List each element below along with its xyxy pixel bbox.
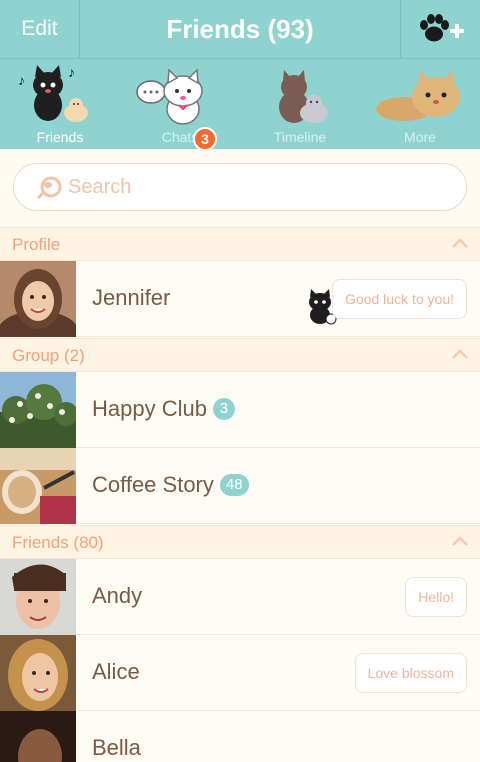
profile-row[interactable]: Jennifer Good luck to you!	[0, 261, 480, 337]
fluffy-cat-icon	[376, 71, 460, 121]
section-title: Profile	[12, 235, 61, 254]
tab-more-label: More	[404, 129, 436, 145]
section-header-group[interactable]: Group (2)	[0, 338, 480, 372]
profile-name: Jennifer	[92, 285, 171, 310]
black-cat-icon: ♪ ♪	[18, 64, 88, 122]
add-friend-button[interactable]	[400, 0, 480, 58]
page-title: Friends (93)	[166, 13, 314, 44]
status-message: Good luck to you!	[332, 279, 467, 319]
svg-text:♪: ♪	[68, 64, 75, 80]
chevron-up-icon	[452, 349, 468, 359]
search-icon	[36, 176, 62, 200]
tab-bar: ♪ ♪ Friends Chats 3 Timeline More	[0, 58, 480, 151]
tab-friends[interactable]: ♪ ♪ Friends	[0, 59, 120, 150]
tab-timeline[interactable]: Timeline	[240, 59, 360, 150]
paw-plus-icon	[419, 14, 464, 42]
tab-friends-label: Friends	[36, 129, 84, 145]
avatar	[0, 635, 76, 711]
friend-name: Bella	[92, 735, 141, 760]
avatar	[0, 711, 76, 762]
section-header-friends[interactable]: Friends (80)	[0, 525, 480, 559]
cat-timeline-icon	[279, 70, 328, 123]
avatar	[0, 448, 76, 524]
tab-timeline-label: Timeline	[273, 129, 327, 145]
chevron-up-icon	[452, 238, 468, 248]
tab-chats[interactable]: Chats	[120, 59, 240, 150]
friend-name: Andy	[92, 583, 143, 608]
section-title: Friends (80)	[12, 533, 104, 552]
chevron-up-icon	[452, 536, 468, 546]
white-cat-icon	[136, 69, 203, 125]
avatar	[0, 372, 76, 448]
svg-text:♪: ♪	[18, 72, 25, 88]
avatar	[0, 559, 76, 635]
tab-chats-label: Chats	[161, 129, 199, 145]
top-bar: Edit Friends (93)	[0, 0, 480, 58]
friend-row[interactable]: Andy Hello!	[0, 559, 480, 635]
section-title: Group (2)	[12, 346, 85, 365]
friend-row[interactable]: Bella	[0, 711, 480, 762]
member-count-badge: 3	[212, 397, 235, 420]
status-message: Love blossom	[354, 653, 467, 693]
search-input[interactable]: Search	[13, 163, 467, 211]
edit-button[interactable]: Edit	[0, 0, 80, 58]
member-count-badge: 48	[219, 473, 249, 496]
group-row[interactable]: Coffee Story 48	[0, 448, 480, 524]
group-name: Coffee Story 48	[92, 472, 249, 498]
group-row[interactable]: Happy Club 3	[0, 372, 480, 448]
section-header-profile[interactable]: Profile	[0, 227, 480, 261]
app-window: Edit Friends (93) ♪ ♪ Friends Chats 3 Ti…	[0, 0, 480, 762]
status-message: Hello!	[405, 577, 467, 617]
chats-unread-badge: 3	[193, 127, 217, 151]
avatar	[0, 261, 76, 337]
search-area: Search	[0, 149, 480, 227]
friend-row[interactable]: Alice Love blossom	[0, 635, 480, 711]
search-placeholder: Search	[68, 175, 132, 198]
group-name: Happy Club 3	[92, 396, 235, 422]
tab-more[interactable]: More	[360, 59, 480, 150]
friend-name: Alice	[92, 659, 140, 684]
